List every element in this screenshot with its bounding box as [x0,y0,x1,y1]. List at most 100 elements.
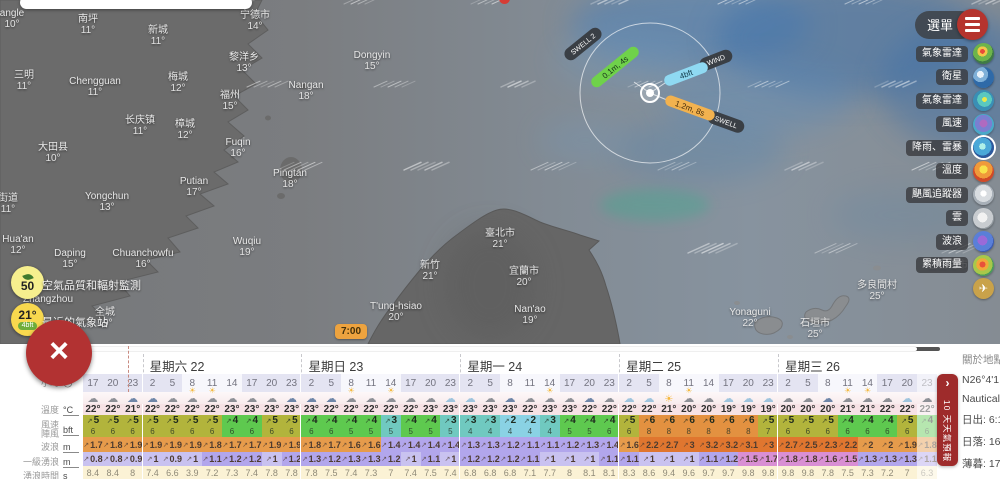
about-coordinates: N26°4'1 [962,374,1000,386]
forecast-column-8h[interactable]: 8☀21°↗68↗2.7↗19.4 [659,374,679,479]
forecast-column-5h[interactable]: 5☁23°↗34↗1.3↗1.26.8 [480,374,500,479]
forecast-column-11h[interactable]: 11☁22°↗45↗1.6↗1.37.3 [361,374,381,479]
sun-icon: ☀ [664,389,673,407]
forecast-column-17h[interactable]: 17☁19°↗68↗3.2↗1.29.7 [719,374,739,479]
cloud-icon: ☁ [485,389,496,407]
forecast-column-5h[interactable]: 5☁22°↗68↗2.2↗18.6 [639,374,659,479]
clouds-icon[interactable] [973,208,994,229]
forecast-column-8h[interactable]: 8☀☁22°↗45↗1.6↗1.37.4 [341,374,361,479]
layer-item-radar[interactable]: 氣象雷達 [916,42,994,66]
forecast-column-5h[interactable]: 5☁22°↗56↗1.9↗0.96.6 [162,374,182,479]
wind-icon[interactable] [973,114,994,135]
day-label[interactable]: 星期三 26 [785,356,840,375]
row-label-temp[interactable]: 溫度°C [0,405,79,416]
layer-item-hurricane[interactable]: 颶風追蹤器 [906,183,994,207]
forecast-column-11h[interactable]: 11☀☁21°↗46↗2.2↗1.57.5 [838,374,858,479]
layer-item-temp[interactable]: 溫度 [936,160,994,184]
forecast-column-14h[interactable]: 14☀☁21°↗46↗2↗1.37.3 [858,374,878,479]
cloud-icon: ☁ [802,389,813,407]
weather-map[interactable]: SWELL 2 0.1m, 4s WIND 4bft SWELL [0,0,1000,344]
forecast-column-17h[interactable]: 17☁22°↗56↗1.7↗0.88.4 [83,374,103,479]
search-bar[interactable] [20,0,252,9]
forecast-column-17h[interactable]: 17☁23°↗45↗1.2↗18 [560,374,580,479]
row-label-waves[interactable]: 波浪m [0,442,79,453]
forecast-column-20h[interactable]: 20☁23°↗45↗1.4↗1.17.5 [421,374,441,479]
ten-day-forecast-button[interactable]: › 10 天天氣預報 [937,374,958,466]
next-button-label: 10 天天氣預報 [942,400,954,462]
close-button[interactable]: × [26,320,92,386]
layer-label: 風速 [936,116,968,132]
forecast-column-11h[interactable]: 11☀☁20°↗68↗3↗19.6 [679,374,699,479]
timeline-scrollbar[interactable] [83,347,940,351]
forecast-column-20h[interactable]: 20☁23°↗56↗1.9↗17.8 [262,374,282,479]
layer-item-satellite[interactable]: 衛星 [936,66,994,90]
forecast-column-14h[interactable]: 14☁23°↗46↗1.7↗1.27.3 [222,374,242,479]
landmass-mainland [0,0,308,344]
forecast-column-8h[interactable]: 8☀☁22°↗56↗1.9↗13.9 [182,374,202,479]
forecast-column-23h[interactable]: 23☁22°↗46↗1.4↗1.18.1 [599,374,619,479]
cloud-icon: ☁ [107,389,118,407]
row-label-wind[interactable]: 風速陣風bft [0,421,79,439]
scrollbar-thumb[interactable] [83,347,917,351]
layer-item-waves[interactable]: 波浪 [936,230,994,254]
forecast-column-20h[interactable]: 20☁22°↗45↗1.3↗18.1 [579,374,599,479]
satellite-icon[interactable] [973,67,994,88]
forecast-column-2h[interactable]: 2☁23°↗46↗1.8↗1.37.8 [300,374,321,479]
day-label[interactable]: 星期一 24 [467,356,522,375]
rain-icon[interactable] [973,137,994,158]
forecast-column-23h[interactable]: 23☁23°↗35↗1.4↗17.4 [440,374,460,479]
station-wind-tag: 4bft [18,322,38,330]
forecast-column-14h[interactable]: 14☀☁23°↗34↗1.1↗17.7 [540,374,560,479]
row-label-period[interactable]: 湧浪時間s [0,471,79,479]
forecast-column-5h[interactable]: 5☁20°↗56↗2.5↗1.89.8 [798,374,818,479]
forecast-column-14h[interactable]: 14☀☁22°↗35↗1.4↗1.27 [381,374,401,479]
forecast-column-2h[interactable]: 2☁20°↗56↗2.7↗1.89.8 [777,374,798,479]
hurricane-icon[interactable] [973,184,994,205]
plane-icon[interactable]: ✈ [973,278,994,299]
hamburger-icon[interactable] [957,9,988,40]
day-label[interactable]: 星期六 22 [150,356,205,375]
forecast-column-11h[interactable]: 11☁22°↗24↗1.1↗1.17.1 [520,374,540,479]
forecast-column-23h[interactable]: 23☁23°↗56↗1.9↗1.27.8 [282,374,302,479]
forecast-column-23h[interactable]: 23☁21°↗56↗1.9↗0.98 [123,374,143,479]
air-quality-badge[interactable]: 50 [11,266,44,299]
forecast-column-5h[interactable]: 5☁22°↗46↗1.7↗1.27.5 [321,374,341,479]
forecast-column-2h[interactable]: 2☁23°↗34↗1.3↗1.26.8 [459,374,480,479]
rain-cloud-icon: ☁ [286,389,297,407]
layer-label: 颶風追蹤器 [906,187,968,203]
layer-item-wind[interactable]: 風速 [936,113,994,137]
layer-item-accrain[interactable]: 累積雨量 [916,254,994,278]
forecast-column-11h[interactable]: 11☀☁22°↗56↗1.8↗1.17.2 [202,374,222,479]
forecast-column-20h[interactable]: 20☁19°↗68↗3.1↗1.59.8 [738,374,758,479]
forecast-column-14h[interactable]: 14☁20°↗68↗3.2↗1.19.7 [699,374,719,479]
about-dusk: 薄暮: 17: [962,456,1000,471]
radar-icon[interactable] [973,43,994,64]
temp-icon[interactable] [973,161,994,182]
layer-item-radar2[interactable]: 氣象雷達 [916,89,994,113]
radar2-icon[interactable] [973,90,994,111]
forecast-column-2h[interactable]: 2☁22°↗56↗1.9↗17.4 [142,374,163,479]
forecast-column-2h[interactable]: 2☁22°↗56↗1.6↗1.18.3 [618,374,639,479]
forecast-column-20h[interactable]: 20☁22°↗56↗1.9↗1.37 [897,374,917,479]
row-label-swell[interactable]: 一級湧浪m [0,457,79,468]
forecast-column-23h[interactable]: 23☁22°↗46↗1.8↗1.16.3 [917,374,937,479]
forecast-column-23h[interactable]: 23☁19°↗57↗3↗1.79.8 [758,374,778,479]
forecast-column-8h[interactable]: 8☁23°↗24↗1.2↗1.26.8 [500,374,520,479]
layer-item-rain[interactable]: 降雨、雷暴 [906,136,994,160]
forecast-column-17h[interactable]: 17☁23°↗46↗1.7↗1.27.4 [242,374,262,479]
menu-button[interactable]: 選單 [915,11,988,38]
day-label[interactable]: 星期日 23 [308,356,363,375]
layer-item-plane[interactable]: ✈ [973,277,994,301]
forecast-column-17h[interactable]: 17☁22°↗45↗1.4↗17.4 [401,374,421,479]
layer-label: 雲 [946,210,968,226]
forecast-column-20h[interactable]: 20☁22°↗56↗1.8↗0.88.4 [103,374,123,479]
forecast-column-17h[interactable]: 17☁22°↗46↗2↗1.37.2 [877,374,897,479]
light-cloud-icon: ☁ [723,389,734,407]
accrain-icon[interactable] [973,255,994,276]
waves-icon[interactable] [973,231,994,252]
layer-item-clouds[interactable]: 雲 [946,207,994,231]
day-label[interactable]: 星期二 25 [626,356,681,375]
rain-cloud-icon: ☁ [504,389,515,407]
forecast-column-8h[interactable]: 8☁20°↗56↗2.3↗1.67.8 [818,374,838,479]
cloud-icon: ☁ [882,389,893,407]
